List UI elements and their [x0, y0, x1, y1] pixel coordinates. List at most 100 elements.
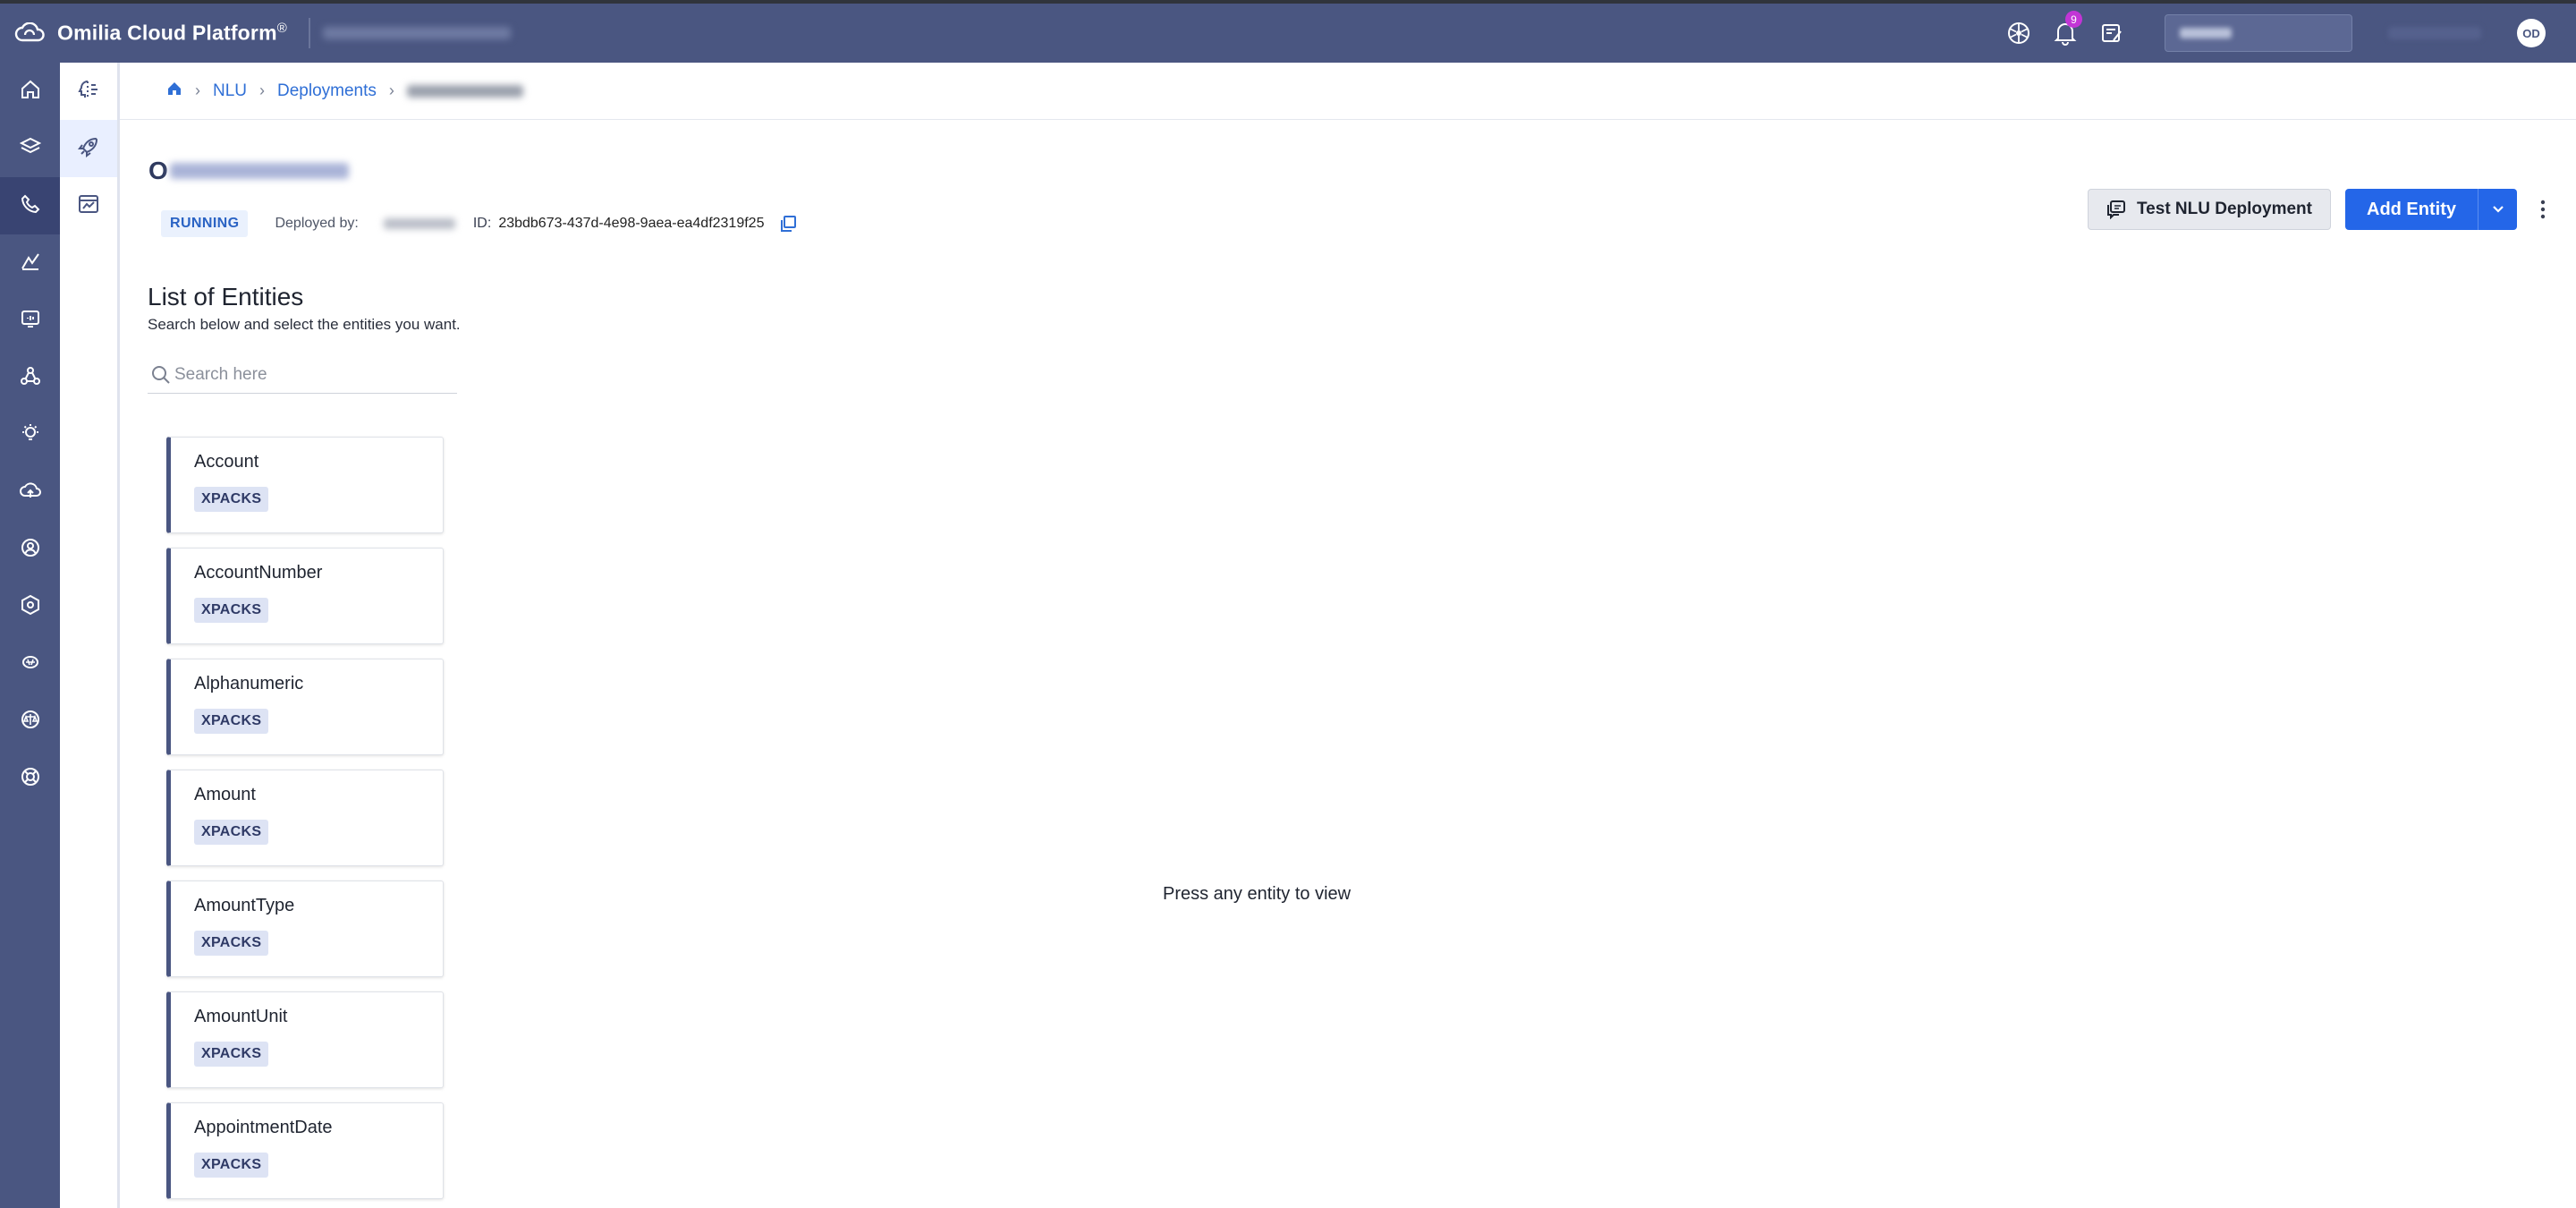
network-hub-icon[interactable]	[2004, 18, 2034, 48]
home-crumb-icon[interactable]	[166, 81, 182, 102]
nav-cloud[interactable]	[0, 464, 60, 521]
region-select-redacted[interactable]	[2165, 14, 2352, 52]
user-name-redacted[interactable]	[2388, 27, 2481, 39]
user-circle-icon	[20, 537, 41, 563]
entity-card[interactable]: AmountType XPACKS	[166, 880, 444, 977]
search-icon	[149, 363, 173, 387]
project-name-redacted[interactable]	[323, 27, 511, 39]
nav-integrations[interactable]	[0, 635, 60, 693]
layers-icon	[19, 136, 41, 162]
cloud-upload-icon	[19, 480, 42, 506]
secondary-sidebar	[60, 63, 120, 1208]
top-divider	[309, 18, 310, 48]
analytics-icon	[20, 251, 41, 276]
nav-support[interactable]	[0, 750, 60, 807]
chat-test-icon	[2106, 200, 2126, 219]
entity-card[interactable]: AmountUnit XPACKS	[166, 991, 444, 1088]
subnav-models[interactable]	[60, 63, 117, 120]
chevron-down-icon[interactable]	[2478, 189, 2517, 230]
chevron-right-icon: ›	[259, 81, 266, 99]
entity-card[interactable]: Amount XPACKS	[166, 770, 444, 866]
detail-empty-message: Press any entity to view	[1163, 884, 1352, 904]
subnav-deployments[interactable]	[60, 120, 117, 177]
entity-card[interactable]: AppointmentDate XPACKS	[166, 1102, 444, 1199]
nav-users[interactable]	[0, 521, 60, 578]
lightbulb-icon	[20, 422, 41, 448]
nav-analytics[interactable]	[0, 234, 60, 292]
home-icon	[20, 79, 41, 105]
ai-head-icon	[77, 78, 100, 106]
brand[interactable]: Omilia Cloud Platform®	[0, 4, 287, 63]
rocket-icon	[77, 135, 100, 163]
nav-home[interactable]	[0, 63, 60, 120]
nav-flow[interactable]	[0, 349, 60, 406]
chevron-right-icon: ›	[388, 81, 394, 99]
bell-icon[interactable]: 9	[2050, 11, 2082, 48]
main-content: O RUNNING Deployed by: ID: 23bdb673-437d…	[120, 120, 2576, 1208]
brand-name: Omilia Cloud Platform®	[57, 21, 287, 45]
nav-nlu[interactable]	[0, 177, 60, 234]
lifebuoy-icon	[20, 766, 41, 792]
entity-tag: XPACKS	[194, 487, 269, 512]
nav-legal[interactable]	[0, 693, 60, 750]
page-actions: Test NLU Deployment Add Entity	[2087, 188, 2576, 231]
subnav-testing[interactable]	[60, 177, 117, 234]
entities-title: List of Entities	[148, 283, 304, 311]
entity-tag: XPACKS	[194, 1153, 269, 1178]
entity-card[interactable]: AccountNumber XPACKS	[166, 548, 444, 644]
top-actions: 9 OD	[2004, 4, 2576, 63]
copy-icon[interactable]	[778, 214, 798, 234]
entity-card[interactable]: Account XPACKS	[166, 437, 444, 533]
hexagon-icon	[20, 594, 41, 620]
entity-tag: XPACKS	[194, 598, 269, 623]
deployed-by-label: Deployed by:	[275, 216, 359, 231]
entity-tag: XPACKS	[194, 931, 269, 956]
scale-icon	[20, 709, 41, 735]
nav-layers[interactable]	[0, 120, 60, 177]
notes-icon[interactable]	[2097, 18, 2127, 48]
id-label: ID:	[472, 216, 492, 231]
user-avatar[interactable]: OD	[2517, 19, 2546, 47]
entity-tag: XPACKS	[194, 820, 269, 845]
top-bar: Omilia Cloud Platform® 9 OD	[0, 0, 2576, 63]
entity-name: Account	[194, 452, 259, 472]
nav-insights[interactable]	[0, 406, 60, 464]
deployment-meta: RUNNING Deployed by: ID: 23bdb673-437d-4…	[161, 209, 798, 238]
entity-tag: XPACKS	[194, 1042, 269, 1067]
entity-name: Alphanumeric	[194, 674, 304, 693]
entity-name: AmountType	[194, 896, 295, 915]
entity-name: Amount	[194, 785, 256, 804]
status-badge: RUNNING	[161, 210, 249, 237]
monitor-icon	[20, 308, 41, 334]
nlu-phone-icon	[20, 193, 41, 219]
entity-name: AppointmentDate	[194, 1118, 333, 1137]
search-input[interactable]	[174, 364, 443, 385]
deployment-id: 23bdb673-437d-4e98-9aea-ea4df2319f25	[498, 216, 765, 231]
add-entity-button[interactable]: Add Entity	[2345, 189, 2517, 230]
cloud-logo-icon	[14, 17, 47, 49]
nav-packages[interactable]	[0, 578, 60, 635]
primary-sidebar	[0, 63, 60, 1208]
entity-name: AccountNumber	[194, 563, 323, 583]
breadcrumb-nlu[interactable]: NLU	[213, 81, 247, 101]
deployed-by-redacted	[383, 218, 455, 229]
entity-search	[148, 356, 457, 394]
entities-subtitle: Search below and select the entities you…	[148, 316, 461, 333]
page-title: O	[148, 157, 349, 184]
breadcrumb: › NLU › Deployments ›	[120, 63, 2576, 120]
nav-monitor[interactable]	[0, 292, 60, 349]
entity-list: Account XPACKS AccountNumber XPACKS Alphanum…	[166, 437, 444, 1208]
entity-name: AmountUnit	[194, 1007, 288, 1026]
flow-nodes-icon	[20, 365, 41, 391]
breadcrumb-deployments[interactable]: Deployments	[277, 81, 377, 101]
brain-icon	[20, 651, 41, 677]
page-title-redacted	[169, 163, 349, 179]
test-nlu-deployment-button[interactable]: Test NLU Deployment	[2087, 189, 2331, 230]
entity-card[interactable]: Alphanumeric XPACKS	[166, 659, 444, 755]
entity-tag: XPACKS	[194, 709, 269, 734]
notification-badge: 9	[2065, 11, 2082, 28]
chart-window-icon	[77, 192, 100, 220]
chevron-right-icon: ›	[195, 81, 200, 99]
breadcrumb-current-redacted	[406, 84, 523, 98]
more-options-icon[interactable]	[2537, 191, 2549, 227]
